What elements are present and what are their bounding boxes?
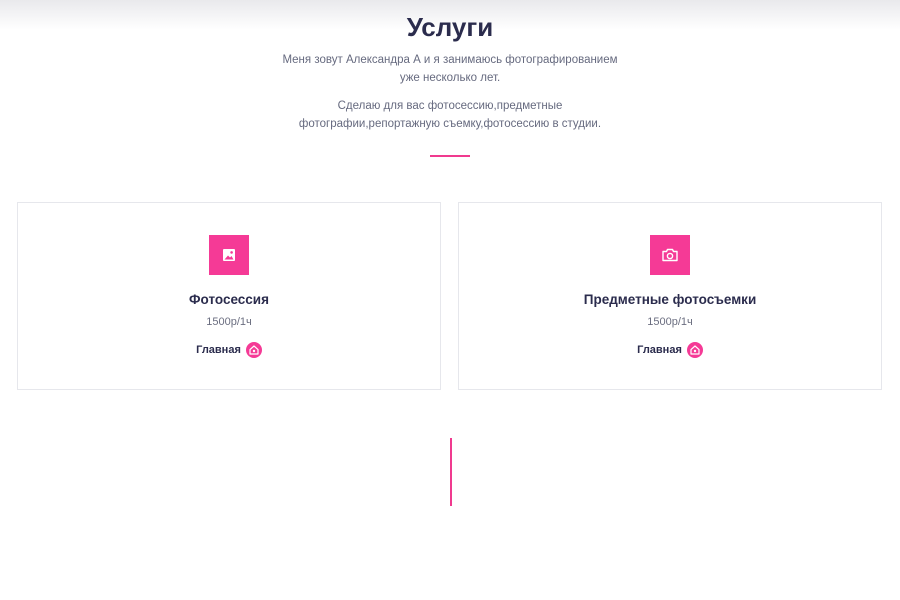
home-link[interactable]: Главная <box>459 342 881 358</box>
home-link[interactable]: Главная <box>18 342 440 358</box>
section-title: Услуги <box>406 12 494 42</box>
vertical-divider <box>450 438 452 506</box>
card-title: Предметные фотосъемки <box>583 292 757 307</box>
intro-text-1: Меня зовут Александра А и я занимаюсь фо… <box>282 54 618 84</box>
home-icon <box>686 342 703 358</box>
image-icon <box>209 235 249 275</box>
card-title: Фотосессия <box>189 292 269 307</box>
camera-icon <box>650 235 690 275</box>
card-price: 1500р/1ч <box>647 316 693 328</box>
service-card-photosession: Фотосессия 1500р/1ч Главная <box>17 202 441 390</box>
home-icon <box>245 342 262 358</box>
home-link-label: Главная <box>196 344 241 356</box>
intro-text-2: Сделаю для вас фотосессию,предметные фот… <box>298 100 602 130</box>
title-divider <box>430 155 470 157</box>
services-page: Услуги Меня зовут Александра А и я заним… <box>0 0 900 600</box>
service-card-product-photo: Предметные фотосъемки 1500р/1ч Главная <box>458 202 882 390</box>
home-link-label: Главная <box>637 344 682 356</box>
card-price: 1500р/1ч <box>206 316 252 328</box>
